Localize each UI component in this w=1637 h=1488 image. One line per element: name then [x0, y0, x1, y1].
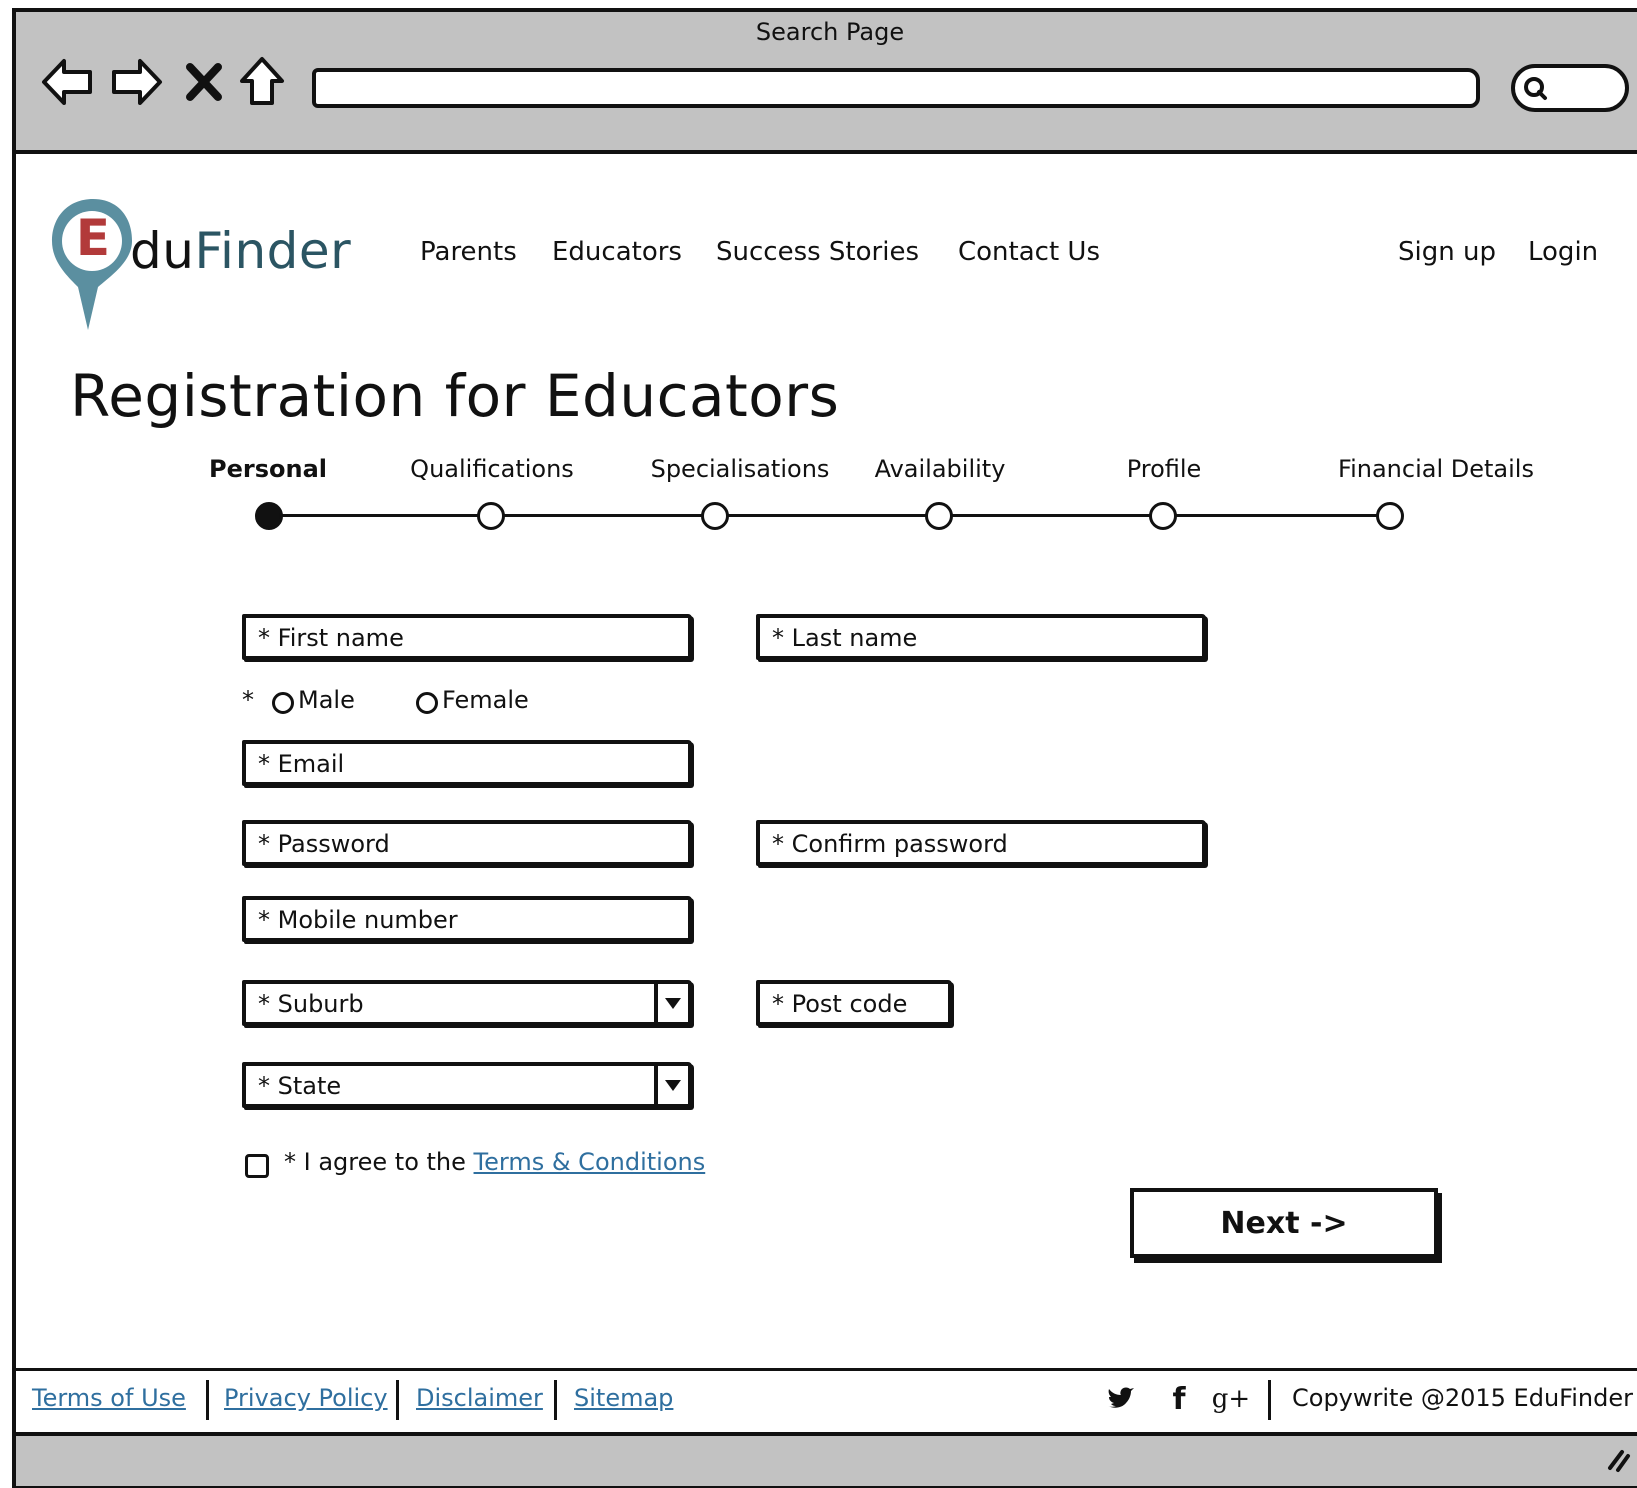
logo-letter: E	[75, 209, 111, 267]
first-name-placeholder: * First name	[258, 624, 404, 652]
step-personal[interactable]: Personal	[148, 455, 388, 483]
next-button[interactable]: Next ->	[1130, 1188, 1438, 1258]
step-dot-financial-details[interactable]	[1376, 502, 1404, 530]
password-field[interactable]: * Password	[242, 820, 692, 866]
footer-separator	[554, 1380, 557, 1420]
step-availability[interactable]: Availability	[820, 455, 1060, 483]
facebook-icon[interactable]: f	[1162, 1380, 1196, 1418]
page-title: Registration for Educators	[70, 362, 840, 430]
nav-success-stories[interactable]: Success Stories	[716, 237, 919, 267]
footer-sitemap[interactable]: Sitemap	[574, 1384, 673, 1412]
signup-link[interactable]: Sign up	[1398, 237, 1496, 267]
stepper-line	[268, 514, 1390, 517]
first-name-field[interactable]: * First name	[242, 614, 692, 660]
suburb-placeholder: * Suburb	[258, 990, 364, 1018]
step-dot-personal[interactable]	[255, 502, 283, 530]
radio-female-label: Female	[442, 686, 529, 714]
suburb-select[interactable]: * Suburb	[242, 980, 692, 1026]
footer-separator	[396, 1380, 399, 1420]
state-placeholder: * State	[258, 1072, 342, 1100]
terms-agree-label: * I agree to the Terms & Conditions	[284, 1148, 705, 1176]
nav-contact-us[interactable]: Contact Us	[958, 237, 1100, 267]
twitter-icon[interactable]	[1104, 1380, 1138, 1418]
chevron-down-icon[interactable]	[654, 1066, 688, 1104]
step-financial-details[interactable]: Financial Details	[1316, 455, 1556, 483]
footer-disclaimer[interactable]: Disclaimer	[416, 1384, 543, 1412]
confirm-password-field[interactable]: * Confirm password	[756, 820, 1206, 866]
logo-text[interactable]: duFinder	[130, 222, 351, 280]
footer-divider	[16, 1368, 1637, 1371]
terms-conditions-link[interactable]: Terms & Conditions	[474, 1148, 706, 1176]
footer-separator	[206, 1380, 209, 1420]
last-name-placeholder: * Last name	[772, 624, 918, 652]
state-select[interactable]: * State	[242, 1062, 692, 1108]
nav-parents[interactable]: Parents	[420, 237, 517, 267]
step-dot-profile[interactable]	[1149, 502, 1177, 530]
step-dot-qualifications[interactable]	[477, 502, 505, 530]
gender-required-marker: *	[242, 686, 254, 714]
agree-text: * I agree to the	[284, 1148, 466, 1176]
post-code-field[interactable]: * Post code	[756, 980, 952, 1026]
browser-status-bar	[16, 1432, 1637, 1486]
radio-male-label: Male	[298, 686, 355, 714]
logo-text-du: du	[130, 222, 195, 280]
logo-pin-icon: E	[48, 195, 138, 335]
radio-female[interactable]	[416, 692, 438, 714]
step-qualifications[interactable]: Qualifications	[372, 455, 612, 483]
confirm-password-placeholder: * Confirm password	[772, 830, 1008, 858]
chevron-down-icon[interactable]	[654, 984, 688, 1022]
step-profile[interactable]: Profile	[1044, 455, 1284, 483]
email-field[interactable]: * Email	[242, 740, 692, 786]
post-code-placeholder: * Post code	[772, 990, 908, 1018]
terms-checkbox[interactable]	[245, 1154, 269, 1178]
password-placeholder: * Password	[258, 830, 390, 858]
mobile-number-field[interactable]: * Mobile number	[242, 896, 692, 942]
login-link[interactable]: Login	[1528, 237, 1598, 267]
resize-grip-icon[interactable]	[1606, 1444, 1632, 1474]
google-plus-icon[interactable]: g+	[1212, 1380, 1250, 1418]
nav-educators[interactable]: Educators	[552, 237, 682, 267]
footer-privacy-policy[interactable]: Privacy Policy	[224, 1384, 388, 1412]
footer-separator	[1268, 1380, 1271, 1420]
footer-terms-of-use[interactable]: Terms of Use	[32, 1384, 186, 1412]
copyright-text: Copywrite @2015 EduFinder	[1292, 1384, 1633, 1412]
step-dot-specialisations[interactable]	[701, 502, 729, 530]
mobile-number-placeholder: * Mobile number	[258, 906, 458, 934]
radio-male[interactable]	[272, 692, 294, 714]
step-dot-availability[interactable]	[925, 502, 953, 530]
logo-text-finder: Finder	[194, 222, 352, 280]
email-placeholder: * Email	[258, 750, 345, 778]
last-name-field[interactable]: * Last name	[756, 614, 1206, 660]
